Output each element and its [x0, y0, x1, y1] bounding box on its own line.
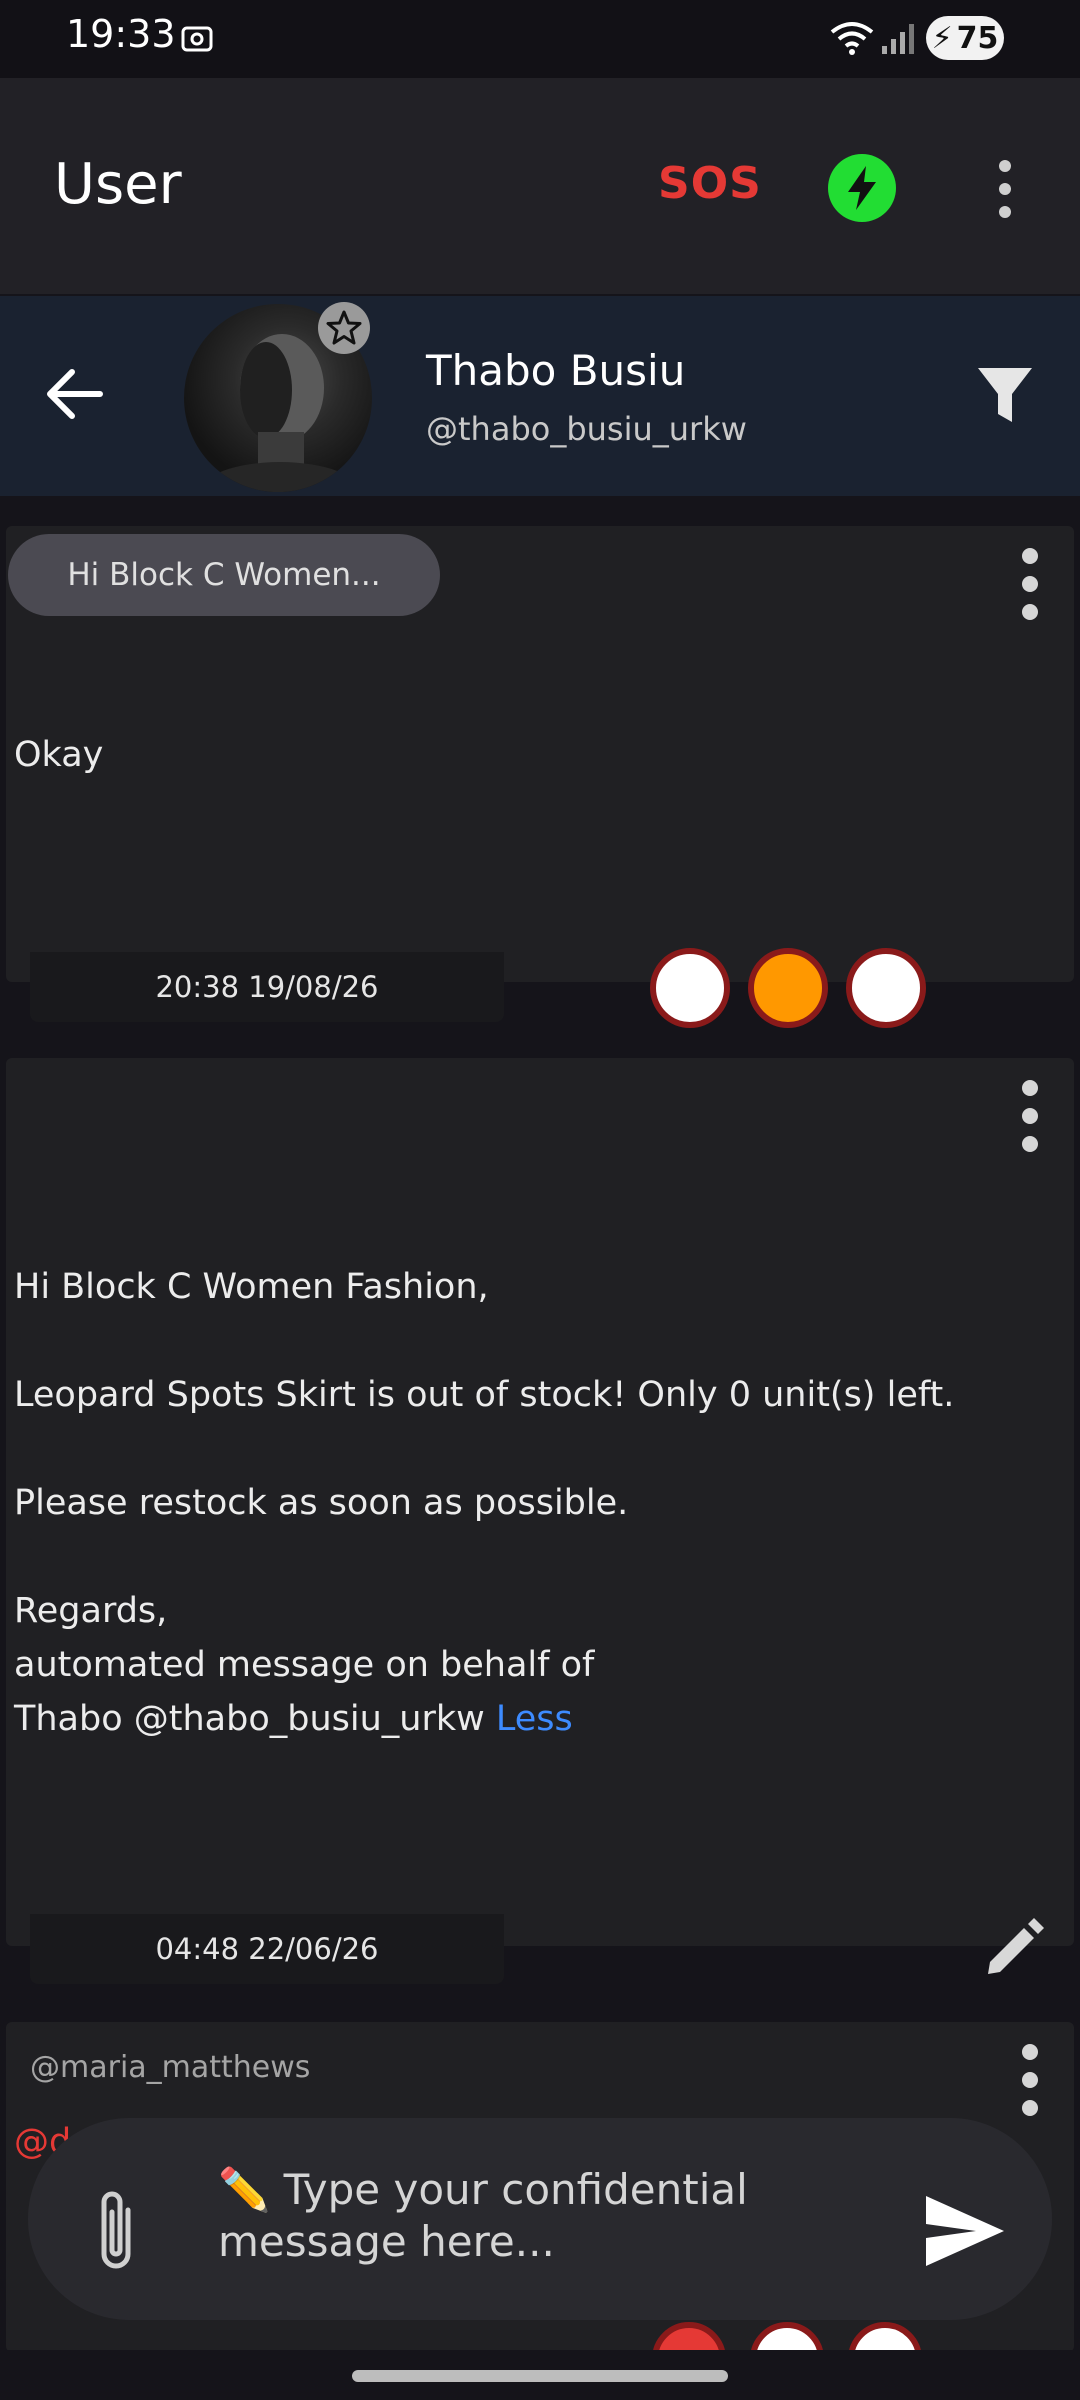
profile-handle: @thabo_busiu_urkw — [426, 410, 747, 448]
home-indicator[interactable] — [352, 2370, 728, 2382]
favorite-star-icon[interactable] — [318, 302, 370, 354]
battery-indicator: ⚡ 75 — [926, 16, 1004, 60]
profile-header — [0, 296, 1080, 496]
message-timestamp: 20:38 19/08/26 — [30, 952, 504, 1022]
status-time: 19:33 — [66, 12, 176, 56]
wifi-icon — [830, 22, 874, 55]
edit-pencil-icon[interactable] — [978, 1912, 1048, 1982]
paperclip-icon[interactable] — [88, 2186, 144, 2276]
status-dot[interactable] — [748, 948, 828, 1028]
power-button[interactable] — [828, 154, 896, 222]
reply-preview-chip[interactable]: Hi Block C Women... — [8, 534, 440, 616]
status-dot[interactable] — [846, 948, 926, 1028]
show-less-link[interactable]: Less — [496, 1699, 573, 1739]
lightning-icon — [848, 166, 876, 210]
battery-level: 75 — [956, 20, 999, 56]
message-options-icon[interactable] — [1010, 1078, 1050, 1154]
send-icon[interactable] — [924, 2194, 1006, 2268]
filter-icon[interactable] — [976, 364, 1034, 426]
message-input[interactable] — [218, 2164, 898, 2284]
message-sender: @maria_matthews — [30, 2050, 311, 2085]
sos-button[interactable]: SOS — [658, 158, 762, 209]
status-dot[interactable] — [650, 948, 730, 1028]
signal-icon — [882, 24, 914, 54]
back-arrow-icon[interactable] — [40, 360, 108, 428]
message-options-icon[interactable] — [1010, 546, 1050, 622]
message-body: Hi Block C Women Fashion, Leopard Spots … — [14, 1267, 955, 1739]
more-options-icon[interactable] — [980, 156, 1030, 222]
page-title: User — [54, 152, 182, 217]
message-timestamp: 04:48 22/06/26 — [30, 1914, 504, 1984]
message-options-icon[interactable] — [1010, 2042, 1050, 2118]
message-text: Okay — [14, 735, 104, 775]
battery-charging-icon: ⚡ — [931, 20, 953, 56]
screen-record-icon — [181, 26, 213, 52]
profile-name: Thabo Busiu — [426, 346, 686, 395]
message-text: Hi Block C Women Fashion, Leopard Spots … — [14, 1260, 954, 1746]
